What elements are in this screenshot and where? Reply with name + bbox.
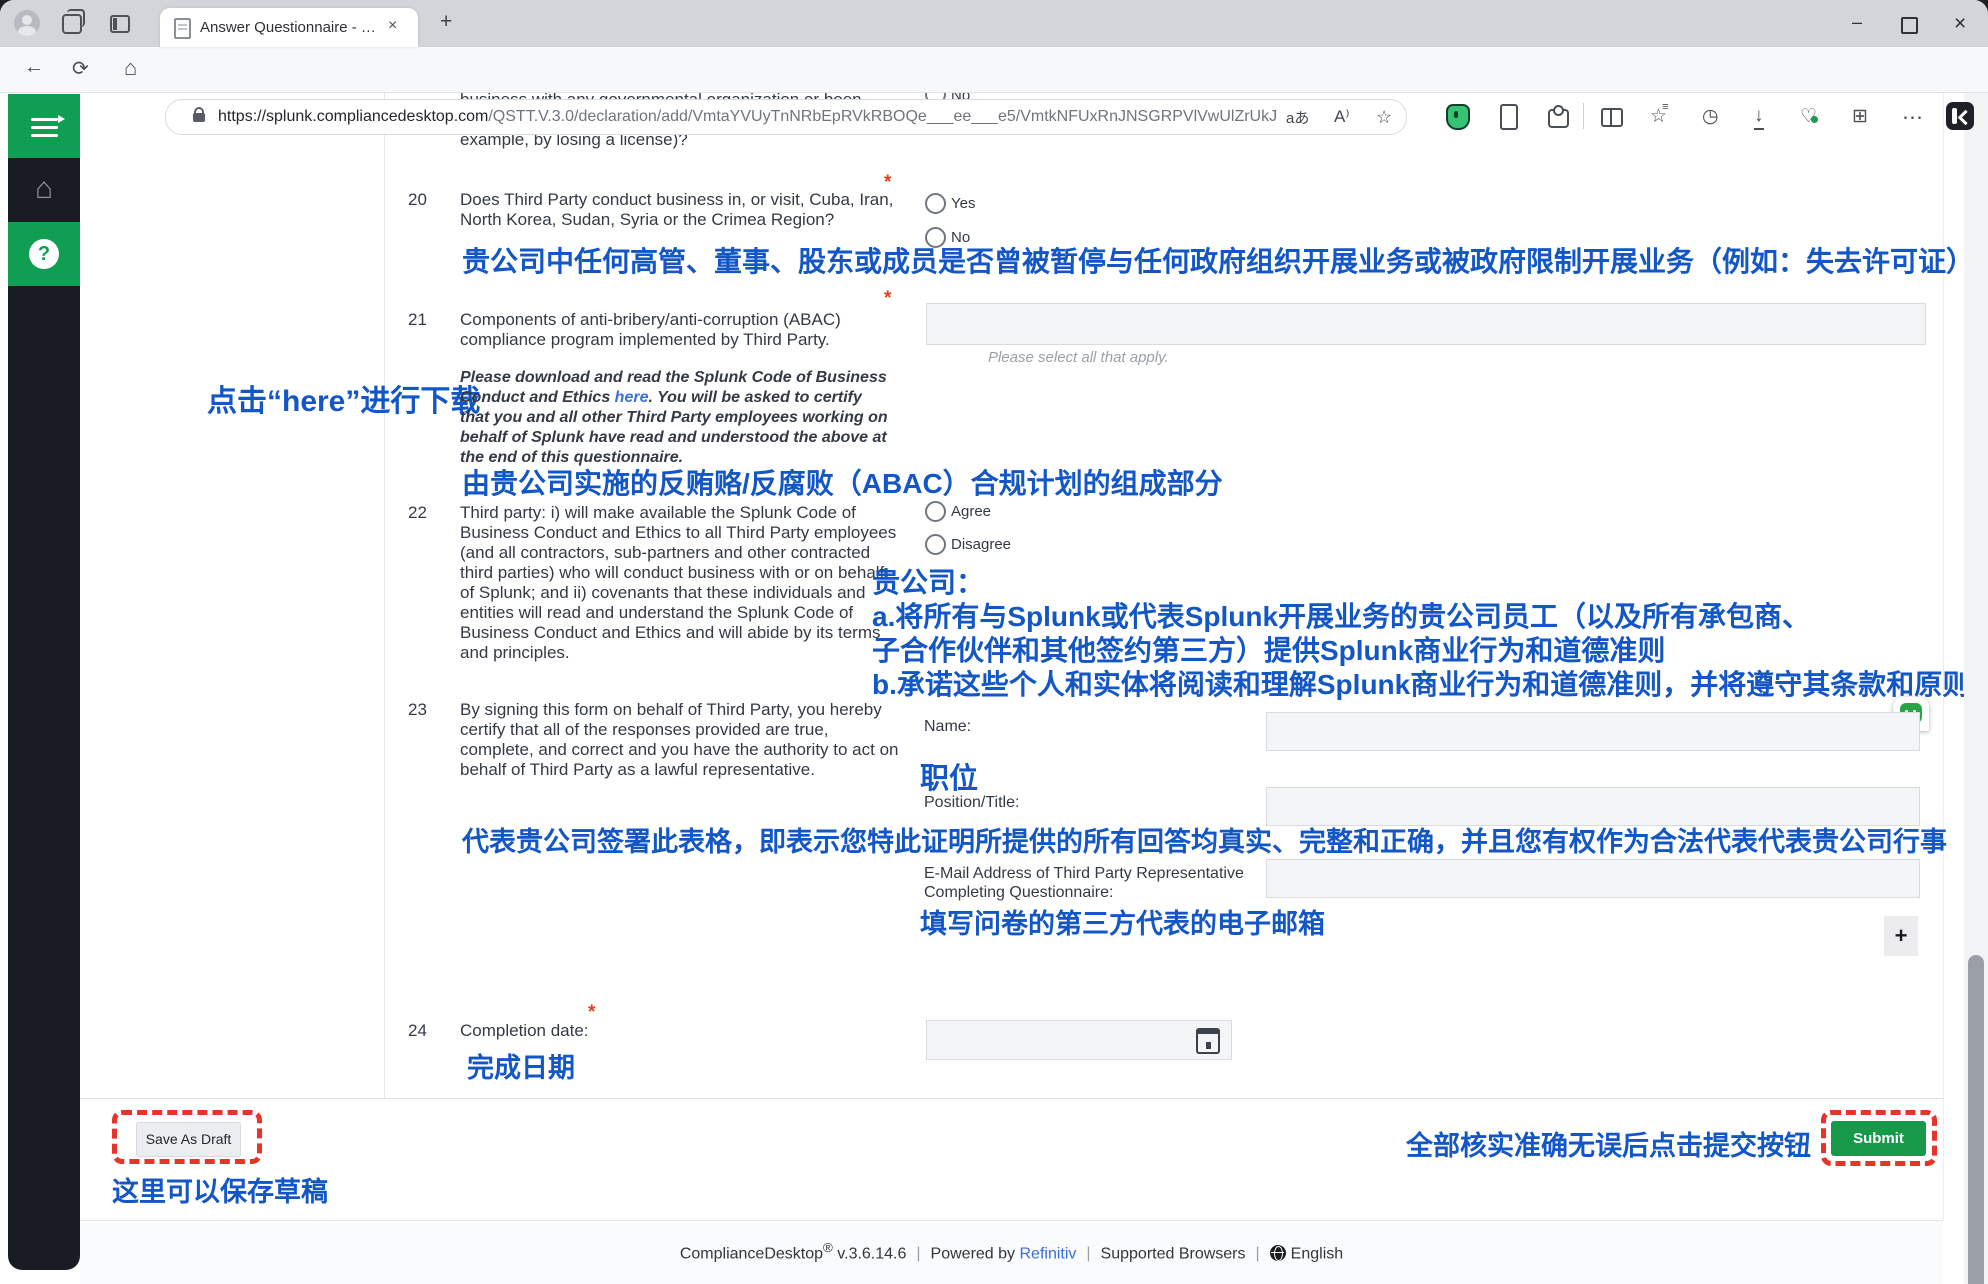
q22-agree-radio[interactable] bbox=[925, 501, 946, 522]
question-22-text: Third party: i) will make available the … bbox=[460, 503, 905, 663]
question-23-text: By signing this form on behalf of Third … bbox=[460, 700, 905, 780]
question-23-number: 23 bbox=[408, 700, 427, 720]
q20-yes-radio[interactable] bbox=[925, 193, 946, 214]
here-link[interactable]: here bbox=[615, 389, 649, 406]
annotation-q23: 代表贵公司签署此表格，即表示您特此证明所提供的所有回答均真实、完整和正确，并且您… bbox=[462, 820, 1947, 859]
minimize-button[interactable]: – bbox=[1852, 12, 1862, 33]
history-icon[interactable]: ◷ bbox=[1702, 105, 1719, 128]
question-20-text: Does Third Party conduct business in, or… bbox=[460, 190, 905, 230]
name-input[interactable] bbox=[1266, 712, 1920, 751]
email-input[interactable] bbox=[1266, 859, 1920, 898]
q21-multiselect-input[interactable] bbox=[926, 303, 1926, 345]
more-options-icon[interactable]: ⋯ bbox=[1902, 105, 1923, 130]
help-question-icon: ? bbox=[29, 239, 59, 269]
downloads-icon[interactable]: ↓ bbox=[1754, 105, 1764, 130]
question-22-number: 22 bbox=[408, 503, 427, 523]
address-bar[interactable]: https://splunk.compliancedesktop.com/QST… bbox=[165, 99, 1407, 135]
toolbar-divider bbox=[1583, 103, 1584, 129]
save-as-draft-button[interactable]: Save As Draft bbox=[136, 1122, 241, 1157]
extensions-icon[interactable] bbox=[1548, 109, 1569, 128]
annotation-download: 点击“here”进行下载 bbox=[207, 376, 480, 420]
browser-toolbar: ← ⟳ ⌂ https://splunk.compliancedesktop.c… bbox=[0, 47, 1988, 93]
sidebar-home-button[interactable]: ⌂ bbox=[8, 158, 80, 222]
sidebar-menu-button[interactable] bbox=[8, 94, 80, 158]
back-icon[interactable]: ← bbox=[24, 56, 44, 79]
annotation-submit: 全部核实准确无误后点击提交按钮 bbox=[1406, 1124, 1811, 1163]
profile-avatar-icon[interactable] bbox=[14, 10, 40, 36]
question-21-number: 21 bbox=[408, 310, 427, 330]
annotation-q20: 贵公司中任何高管、董事、股东或成员是否曾被暂停与任何政府组织开展业务或被政府限制… bbox=[462, 240, 1974, 280]
maximize-button[interactable] bbox=[1901, 17, 1918, 34]
shield-extension-icon[interactable] bbox=[1446, 104, 1470, 130]
page-scrollbar[interactable] bbox=[1964, 92, 1988, 1284]
q21-note: Please download and read the Splunk Code… bbox=[460, 368, 894, 468]
workspaces-icon[interactable]: ⊞ bbox=[1852, 105, 1868, 128]
annotation-position: 职位 bbox=[920, 755, 978, 797]
completion-date-input[interactable] bbox=[926, 1020, 1232, 1060]
home-house-icon: ⌂ bbox=[8, 172, 80, 206]
footer-reg: ® bbox=[823, 1240, 833, 1255]
read-aloud-icon[interactable]: A⁾ bbox=[1334, 107, 1350, 127]
annotation-q24: 完成日期 bbox=[467, 1046, 575, 1085]
tab-title: Answer Questionnaire - Question bbox=[200, 19, 380, 36]
home-icon[interactable]: ⌂ bbox=[124, 55, 137, 81]
footer-powered: Powered by bbox=[931, 1245, 1020, 1262]
lock-icon[interactable] bbox=[193, 113, 205, 122]
tab-close-icon[interactable]: × bbox=[388, 17, 397, 35]
question-20-number: 20 bbox=[408, 190, 427, 210]
annotation-email: 填写问卷的第三方代表的电子邮箱 bbox=[920, 902, 1325, 941]
email-label: E-Mail Address of Third Party Representa… bbox=[924, 864, 1244, 902]
submit-button[interactable]: Submit bbox=[1831, 1121, 1926, 1156]
browser-window: Answer Questionnaire - Question × + – × … bbox=[0, 0, 1988, 1284]
url-domain: https://splunk.compliancedesktop.com bbox=[218, 108, 488, 125]
form-footer-divider bbox=[80, 1098, 1943, 1099]
browser-tab[interactable]: Answer Questionnaire - Question × bbox=[160, 8, 418, 47]
split-screen-icon[interactable] bbox=[1601, 108, 1623, 127]
tab-strip: Answer Questionnaire - Question × + – × bbox=[0, 0, 1988, 47]
question-column-divider bbox=[384, 92, 385, 1098]
q20-yes-label: Yes bbox=[951, 195, 975, 213]
globe-icon bbox=[1270, 1245, 1286, 1261]
supported-browsers-link[interactable]: Supported Browsers bbox=[1101, 1245, 1246, 1262]
q21-required-asterisk: * bbox=[884, 288, 891, 310]
favorite-star-icon[interactable]: ☆ bbox=[1376, 107, 1392, 128]
window-close-button[interactable]: × bbox=[1954, 12, 1966, 36]
calendar-icon[interactable] bbox=[1196, 1028, 1220, 1054]
annotation-q21: 由贵公司实施的反贿赂/反腐败（ABAC）合规计划的组成部分 bbox=[462, 462, 1223, 502]
workspaces-tabbar-icon[interactable] bbox=[110, 15, 130, 33]
sidebar-help-button[interactable]: ? bbox=[8, 222, 80, 286]
url-text: https://splunk.compliancedesktop.com/QST… bbox=[218, 108, 1278, 126]
footer-text: ComplianceDesktop® v.3.6.14.6|Powered by… bbox=[80, 1240, 1943, 1263]
refinitiv-link[interactable]: Refinitiv bbox=[1019, 1245, 1076, 1262]
footer-version: v.3.6.14.6 bbox=[833, 1245, 907, 1262]
q21-hint: Please select all that apply. bbox=[988, 349, 1169, 366]
copilot-sidebar-icon[interactable] bbox=[1946, 102, 1974, 130]
new-tab-button[interactable]: + bbox=[440, 10, 452, 34]
page-favicon-icon bbox=[174, 18, 191, 39]
phone-extension-icon[interactable] bbox=[1500, 104, 1518, 130]
q22-agree-label: Agree bbox=[951, 503, 991, 521]
footer-product: ComplianceDesktop bbox=[680, 1245, 823, 1262]
tab-stack-icon[interactable] bbox=[62, 14, 82, 34]
url-path: /QSTT.V.3.0/declaration/add/VmtaYVUyTnNR… bbox=[488, 108, 1278, 125]
annotation-q22: 贵公司： a.将所有与Splunk或代表Splunk开展业务的贵公司员工（以及所… bbox=[872, 566, 1970, 702]
position-title-label: Position/Title: bbox=[924, 793, 1019, 812]
q22-disagree-radio[interactable] bbox=[925, 534, 946, 555]
translate-icon[interactable]: aあ bbox=[1286, 107, 1309, 128]
annotation-save: 这里可以保存草稿 bbox=[112, 1170, 328, 1209]
refresh-icon[interactable]: ⟳ bbox=[72, 56, 89, 81]
footer-language[interactable]: English bbox=[1291, 1245, 1343, 1262]
app-sidebar: ⌂ ? ⚙ bbox=[8, 94, 80, 1270]
add-representative-button[interactable]: + bbox=[1884, 916, 1918, 956]
question-21-text: Components of anti-bribery/anti-corrupti… bbox=[460, 310, 905, 350]
name-label: Name: bbox=[924, 717, 971, 736]
collections-icon[interactable]: ☆ bbox=[1650, 105, 1667, 128]
q22-disagree-label: Disagree bbox=[951, 536, 1011, 554]
question-24-number: 24 bbox=[408, 1021, 427, 1041]
scrollbar-thumb[interactable] bbox=[1968, 955, 1984, 1284]
browser-essentials-icon[interactable]: ♡ bbox=[1800, 105, 1817, 128]
menu-icon bbox=[31, 118, 58, 121]
question-24-text: Completion date: bbox=[460, 1021, 905, 1041]
